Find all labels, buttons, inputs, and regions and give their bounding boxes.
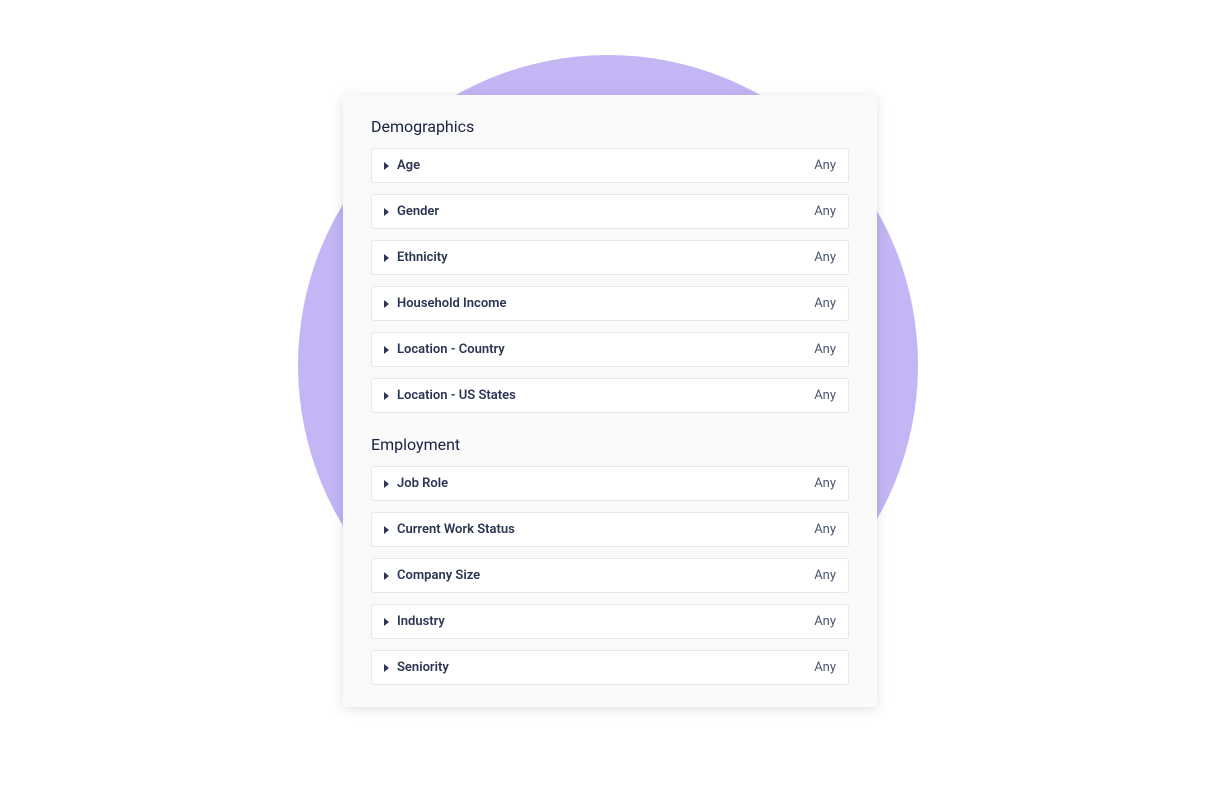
filter-row-left: Seniority	[384, 660, 449, 675]
filter-row-left: Job Role	[384, 476, 448, 491]
filter-row-age[interactable]: Age Any	[371, 148, 849, 183]
filter-row-left: Current Work Status	[384, 522, 515, 537]
filter-row-left: Household Income	[384, 296, 506, 311]
filter-value-current-work-status: Any	[814, 522, 836, 537]
filter-value-industry: Any	[814, 614, 836, 629]
caret-right-icon	[384, 208, 389, 216]
caret-right-icon	[384, 300, 389, 308]
filter-row-job-role[interactable]: Job Role Any	[371, 466, 849, 501]
filter-label-ethnicity: Ethnicity	[397, 250, 448, 265]
filter-value-seniority: Any	[814, 660, 836, 675]
filter-row-company-size[interactable]: Company Size Any	[371, 558, 849, 593]
filter-label-location-country: Location - Country	[397, 342, 505, 357]
filter-row-industry[interactable]: Industry Any	[371, 604, 849, 639]
caret-right-icon	[384, 254, 389, 262]
filter-label-industry: Industry	[397, 614, 445, 629]
filter-label-gender: Gender	[397, 204, 439, 219]
filter-row-left: Company Size	[384, 568, 480, 583]
filter-label-job-role: Job Role	[397, 476, 448, 491]
filter-label-age: Age	[397, 158, 420, 173]
filter-group-employment: Job RoleAnyCurrent Work StatusAnyCompany…	[371, 466, 849, 685]
filter-value-household-income: Any	[814, 296, 836, 311]
filter-value-gender: Any	[814, 204, 836, 219]
filter-row-left: Location - US States	[384, 388, 516, 403]
filter-row-location-country[interactable]: Location - Country Any	[371, 332, 849, 367]
caret-right-icon	[384, 664, 389, 672]
filter-value-location-country: Any	[814, 342, 836, 357]
filter-value-age: Any	[814, 158, 836, 173]
caret-right-icon	[384, 618, 389, 626]
filter-label-current-work-status: Current Work Status	[397, 522, 515, 537]
filter-value-location-us-states: Any	[814, 388, 836, 403]
filter-row-seniority[interactable]: Seniority Any	[371, 650, 849, 685]
caret-right-icon	[384, 392, 389, 400]
filter-label-company-size: Company Size	[397, 568, 480, 583]
filter-value-company-size: Any	[814, 568, 836, 583]
filter-row-household-income[interactable]: Household Income Any	[371, 286, 849, 321]
filter-group-demographics: AgeAnyGenderAnyEthnicityAnyHousehold Inc…	[371, 148, 849, 413]
filter-row-left: Gender	[384, 204, 439, 219]
caret-right-icon	[384, 346, 389, 354]
filter-row-location-us-states[interactable]: Location - US States Any	[371, 378, 849, 413]
caret-right-icon	[384, 480, 389, 488]
filter-label-location-us-states: Location - US States	[397, 388, 516, 403]
filter-row-left: Industry	[384, 614, 445, 629]
caret-right-icon	[384, 572, 389, 580]
filter-label-seniority: Seniority	[397, 660, 449, 675]
filter-row-ethnicity[interactable]: Ethnicity Any	[371, 240, 849, 275]
filter-row-gender[interactable]: Gender Any	[371, 194, 849, 229]
caret-right-icon	[384, 162, 389, 170]
section-title-employment: Employment	[371, 435, 849, 454]
caret-right-icon	[384, 526, 389, 534]
filter-value-job-role: Any	[814, 476, 836, 491]
filter-row-left: Ethnicity	[384, 250, 448, 265]
filter-value-ethnicity: Any	[814, 250, 836, 265]
filters-panel: DemographicsAgeAnyGenderAnyEthnicityAnyH…	[343, 95, 877, 707]
section-title-demographics: Demographics	[371, 117, 849, 136]
filter-label-household-income: Household Income	[397, 296, 506, 311]
filter-row-left: Age	[384, 158, 420, 173]
filter-row-current-work-status[interactable]: Current Work Status Any	[371, 512, 849, 547]
filter-row-left: Location - Country	[384, 342, 505, 357]
